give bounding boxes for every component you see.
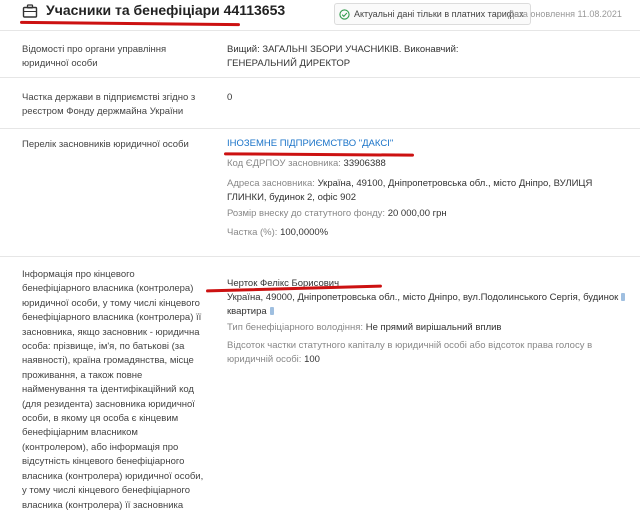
check-circle-icon — [339, 8, 350, 20]
founder-share: Частка (%): 100,0000% — [227, 226, 627, 240]
state-share-value: 0 — [227, 92, 233, 103]
section-title: Учасники та бенефіціари 44113653 — [46, 2, 286, 18]
share-value: 100,0000% — [280, 227, 329, 238]
ownership-value: Не прямий вирішальний вплив — [365, 322, 502, 333]
hidden-data-icon[interactable] — [269, 307, 274, 315]
founder-address-label: Адреса засновника: — [227, 178, 315, 189]
title-underline-mark — [19, 20, 241, 27]
capital-percent: Відсоток частки статутного капіталу в юр… — [227, 339, 597, 367]
badge-text: Актуальні дані тільки в платних тарифах — [354, 9, 524, 19]
row-beneficiary: Інформація про кінцевого бенефіціарного … — [0, 257, 640, 511]
edrpou-label: Код ЄДРПОУ засновника: — [227, 158, 341, 169]
row-state-share: Частка держави в підприємстві згідно з р… — [0, 78, 640, 129]
beneficiary-address: Україна, 49000, Дніпропетровська обл., м… — [227, 291, 627, 319]
beneficiary-address-line1: Україна, 49000, Дніпропетровська обл., м… — [227, 292, 619, 303]
update-date: Дата оновлення 11.08.2021 — [508, 9, 622, 19]
ownership-type: Тип бенефіціарного володіння: Не прямий … — [227, 321, 627, 335]
founder-capital: Розмір внеску до статутного фонду: 20 00… — [227, 207, 627, 221]
paid-data-badge[interactable]: Актуальні дані тільки в платних тарифах — [334, 3, 531, 25]
founder-edrpou: Код ЄДРПОУ засновника: 33906388 — [227, 157, 627, 171]
capital-label: Розмір внеску до статутного фонду: — [227, 208, 386, 219]
edrpou-value: 33906388 — [343, 158, 386, 169]
percent-value: 100 — [304, 354, 320, 365]
row-founders: Перелік засновників юридичної особи ІНОЗ… — [0, 129, 640, 257]
hidden-data-icon[interactable] — [621, 293, 626, 301]
management-value: Вищий: ЗАГАЛЬНІ ЗБОРИ УЧАСНИКІВ. Виконав… — [227, 44, 459, 69]
section-header: Учасники та бенефіціари 44113653 Актуаль… — [0, 0, 640, 31]
share-label: Частка (%): — [227, 227, 278, 238]
beneficiary-label: Інформація про кінцевого бенефіціарного … — [22, 269, 204, 511]
percent-label: Відсоток частки статутного капіталу в юр… — [227, 340, 593, 365]
row-management: Відомості про органи управління юридично… — [0, 31, 640, 78]
ownership-label: Тип бенефіціарного володіння: — [227, 322, 364, 333]
founders-label: Перелік засновників юридичної особи — [22, 139, 189, 150]
founder-address: Адреса засновника: Україна, 49100, Дніпр… — [227, 177, 622, 205]
briefcase-icon — [22, 4, 38, 18]
state-share-label: Частка держави в підприємстві згідно з р… — [22, 92, 196, 118]
founder-name-link[interactable]: ІНОЗЕМНЕ ПІДПРИЄМСТВО "ДАКСІ" — [227, 137, 627, 151]
founder-underline-mark — [223, 152, 415, 157]
capital-value: 20 000,00 грн — [387, 208, 447, 219]
management-label: Відомості про органи управління юридично… — [22, 44, 167, 70]
beneficiary-address-line2: квартира — [227, 306, 267, 317]
